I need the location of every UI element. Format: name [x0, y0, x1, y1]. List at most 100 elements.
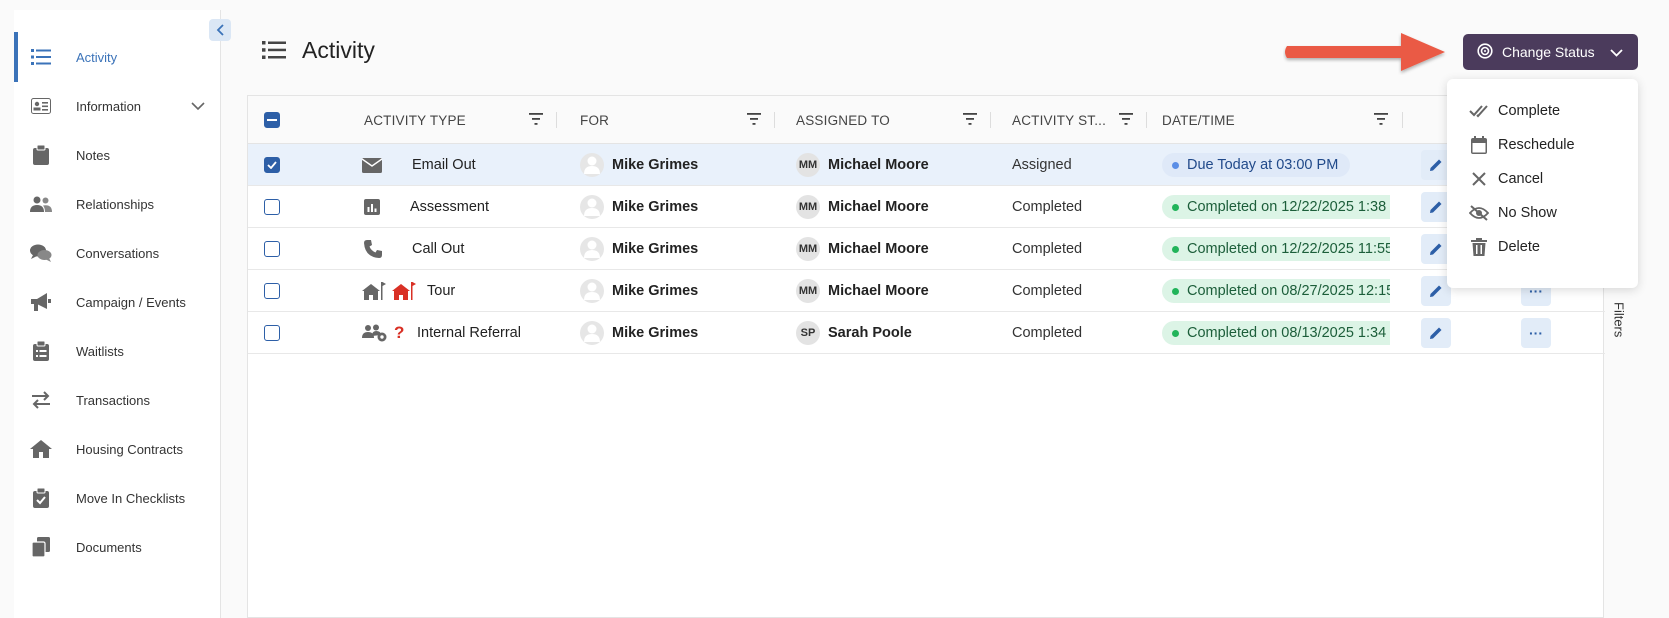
column-activity-status[interactable]: ACTIVITY ST...: [1012, 96, 1152, 144]
menu-item-reschedule[interactable]: Reschedule: [1447, 127, 1638, 163]
row-checkbox[interactable]: [264, 270, 280, 312]
column-separator[interactable]: [1402, 112, 1403, 128]
sidebar: Activity Information Notes Relationships…: [14, 10, 221, 618]
avatar: SP: [796, 321, 820, 345]
for-person[interactable]: Mike Grimes: [580, 270, 698, 312]
sidebar-item-transactions[interactable]: Transactions: [14, 375, 221, 425]
question-icon: ?: [394, 323, 405, 342]
menu-item-label: Complete: [1498, 103, 1561, 119]
assigned-person[interactable]: MM Michael Moore: [796, 186, 929, 228]
datetime-cell: Completed on 08/27/2025 12:15 AM: [1162, 270, 1390, 312]
row-checkbox[interactable]: [264, 312, 280, 354]
sidebar-item-information[interactable]: Information: [14, 81, 221, 131]
change-status-menu: Complete Reschedule Cancel No Show Delet…: [1447, 79, 1638, 288]
change-status-button[interactable]: Change Status: [1463, 34, 1638, 70]
person-name: Michael Moore: [828, 199, 929, 215]
select-all-checkbox[interactable]: [264, 96, 280, 144]
checkbox[interactable]: [264, 283, 280, 299]
checkbox[interactable]: [264, 241, 280, 257]
person-name: Michael Moore: [828, 241, 929, 257]
column-date-time[interactable]: DATE/TIME: [1162, 96, 1412, 144]
sidebar-item-move-in-checklists[interactable]: Move In Checklists: [14, 473, 221, 523]
pencil-icon[interactable]: [1421, 318, 1451, 348]
datetime-text: Completed on 08/27/2025 12:15 AM: [1187, 283, 1390, 299]
datetime-cell: Completed on 12/22/2025 11:55 AM: [1162, 228, 1390, 270]
column-for[interactable]: FOR: [580, 96, 780, 144]
menu-item-label: Cancel: [1498, 171, 1544, 187]
house-flag-icon: [362, 270, 386, 312]
activity-status: Completed: [1012, 199, 1083, 215]
sidebar-item-documents[interactable]: Documents: [14, 522, 221, 572]
table-row[interactable]: Call Out Mike Grimes MM Michael Moore Co…: [248, 228, 1605, 270]
column-separator[interactable]: [990, 112, 991, 128]
more-actions-button[interactable]: ···: [1521, 312, 1551, 354]
assigned-person[interactable]: MM Michael Moore: [796, 270, 929, 312]
column-label: DATE/TIME: [1162, 112, 1235, 128]
avatar: MM: [796, 279, 820, 303]
sidebar-item-label: Waitlists: [76, 343, 124, 359]
assigned-person[interactable]: MM Michael Moore: [796, 144, 929, 186]
double-check-icon: [1469, 101, 1489, 121]
sidebar-item-notes[interactable]: Notes: [14, 130, 221, 180]
menu-item-label: Reschedule: [1498, 137, 1575, 153]
filter-icon[interactable]: [1119, 113, 1133, 128]
menu-item-no-show[interactable]: No Show: [1447, 195, 1638, 231]
status-badge: Completed on 12/22/2025 11:55 AM: [1162, 237, 1390, 261]
chat-icon: [30, 242, 52, 264]
checkbox-checked[interactable]: [264, 157, 280, 173]
sidebar-item-campaign-events[interactable]: Campaign / Events: [14, 277, 221, 327]
row-checkbox[interactable]: [264, 144, 280, 186]
column-activity-type[interactable]: ACTIVITY TYPE: [364, 96, 564, 144]
filters-tab[interactable]: Filters: [1604, 280, 1634, 360]
clipboard-check-icon: [30, 487, 52, 509]
table-row[interactable]: ? Internal Referral Mike Grimes SP Sarah…: [248, 312, 1605, 354]
email-icon: [362, 144, 382, 186]
sidebar-item-activity[interactable]: Activity: [14, 32, 221, 82]
table-row[interactable]: Tour Mike Grimes MM Michael Moore Comple…: [248, 270, 1605, 312]
edit-button[interactable]: [1421, 312, 1451, 354]
megaphone-icon: [30, 291, 52, 313]
avatar: MM: [796, 153, 820, 177]
for-person[interactable]: Mike Grimes: [580, 144, 698, 186]
list-icon: [262, 40, 286, 65]
filter-icon[interactable]: [529, 113, 543, 128]
sidebar-item-relationships[interactable]: Relationships: [14, 179, 221, 229]
menu-item-delete[interactable]: Delete: [1447, 229, 1638, 265]
checkbox[interactable]: [264, 325, 280, 341]
sidebar-item-label: Notes: [76, 147, 110, 163]
sidebar-item-label: Documents: [76, 539, 142, 555]
checkbox[interactable]: [264, 199, 280, 215]
table-row[interactable]: Assessment Mike Grimes MM Michael Moore …: [248, 186, 1605, 228]
assigned-person[interactable]: SP Sarah Poole: [796, 312, 912, 354]
person-name: Mike Grimes: [612, 157, 699, 173]
status-badge: Completed on 08/27/2025 12:15 AM: [1162, 279, 1390, 303]
for-person[interactable]: Mike Grimes: [580, 312, 698, 354]
row-checkbox[interactable]: [264, 186, 280, 228]
assigned-person[interactable]: MM Michael Moore: [796, 228, 929, 270]
column-separator[interactable]: [774, 112, 775, 128]
menu-item-complete[interactable]: Complete: [1447, 93, 1638, 129]
chevron-down-icon[interactable]: [191, 99, 205, 114]
table-row[interactable]: Email Out Mike Grimes MM Michael Moore A…: [248, 144, 1605, 186]
filter-icon[interactable]: [963, 113, 977, 128]
table-header: ACTIVITY TYPE FOR ASSIGNED TO ACTIVITY S…: [248, 96, 1605, 144]
checkbox-partial[interactable]: [264, 112, 280, 128]
sidebar-item-housing-contracts[interactable]: Housing Contracts: [14, 424, 221, 474]
row-checkbox[interactable]: [264, 228, 280, 270]
filter-icon[interactable]: [747, 113, 761, 128]
for-person[interactable]: Mike Grimes: [580, 228, 698, 270]
filter-icon[interactable]: [1374, 113, 1388, 128]
person-name: Sarah Poole: [828, 325, 912, 341]
sidebar-item-conversations[interactable]: Conversations: [14, 228, 221, 278]
column-separator[interactable]: [1146, 112, 1147, 128]
menu-item-cancel[interactable]: Cancel: [1447, 161, 1638, 197]
activity-type: Assessment: [410, 199, 489, 215]
ellipsis-icon[interactable]: ···: [1521, 318, 1551, 348]
sidebar-item-label: Move In Checklists: [76, 490, 186, 506]
collapse-sidebar-button[interactable]: [209, 19, 231, 41]
column-separator[interactable]: [556, 112, 557, 128]
column-assigned-to[interactable]: ASSIGNED TO: [796, 96, 996, 144]
sidebar-item-waitlists[interactable]: Waitlists: [14, 326, 221, 376]
for-person[interactable]: Mike Grimes: [580, 186, 698, 228]
eye-slash-icon: [1469, 203, 1489, 223]
